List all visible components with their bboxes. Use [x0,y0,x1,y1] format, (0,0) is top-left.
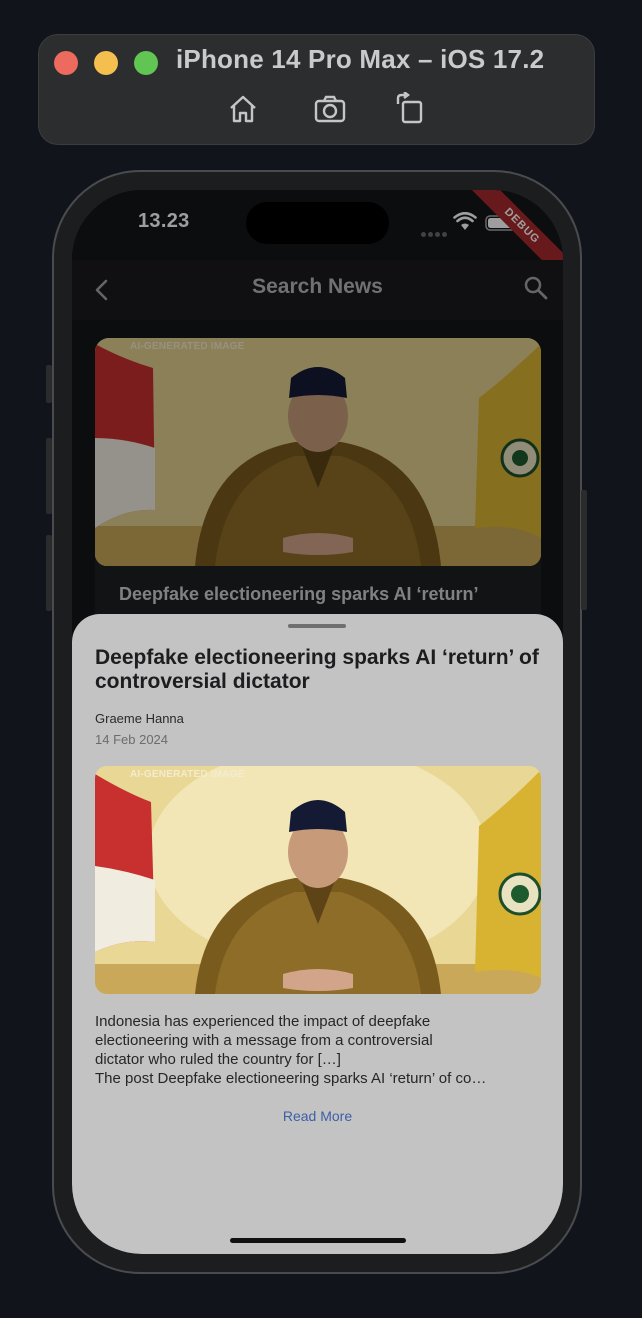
phone-screen: 13.23 DEBUG Search News AI-GENERATED IMA… [72,190,563,1254]
home-icon[interactable] [226,92,260,126]
summary-line: dictator who ruled the country for […] [95,1051,341,1068]
home-indicator[interactable] [230,1238,406,1243]
action-button [46,365,52,403]
summary-line: Indonesia has experienced the impact of … [95,1013,431,1030]
close-window-button[interactable] [54,51,78,75]
volume-down-button [46,535,52,611]
drag-handle[interactable] [288,624,346,628]
article-date: 14 Feb 2024 [95,732,169,747]
summary-line: electioneering with a message from a con… [95,1032,433,1049]
simulator-title: iPhone 14 Pro Max – iOS 17.2 [176,44,545,74]
article-bottom-sheet: Deepfake electioneering sparks AI ‘retur… [72,614,563,1254]
read-more-link[interactable]: Read More [72,1108,563,1124]
minimize-window-button[interactable] [94,51,118,75]
ai-generated-label: AI-GENERATED IMAGE [130,769,245,780]
volume-up-button [46,438,52,514]
article-title: Deepfake electioneering sparks AI ‘retur… [95,646,539,693]
power-button [581,490,587,610]
rotate-icon[interactable] [393,91,427,126]
screenshot-icon[interactable] [313,92,347,126]
article-image: AI-GENERATED IMAGE [95,766,541,994]
zoom-window-button[interactable] [134,51,158,75]
article-author: Graeme Hanna [95,711,184,726]
article-summary: Indonesia has experienced the impact of … [95,1012,541,1088]
summary-line: The post Deepfake electioneering sparks … [95,1070,487,1087]
